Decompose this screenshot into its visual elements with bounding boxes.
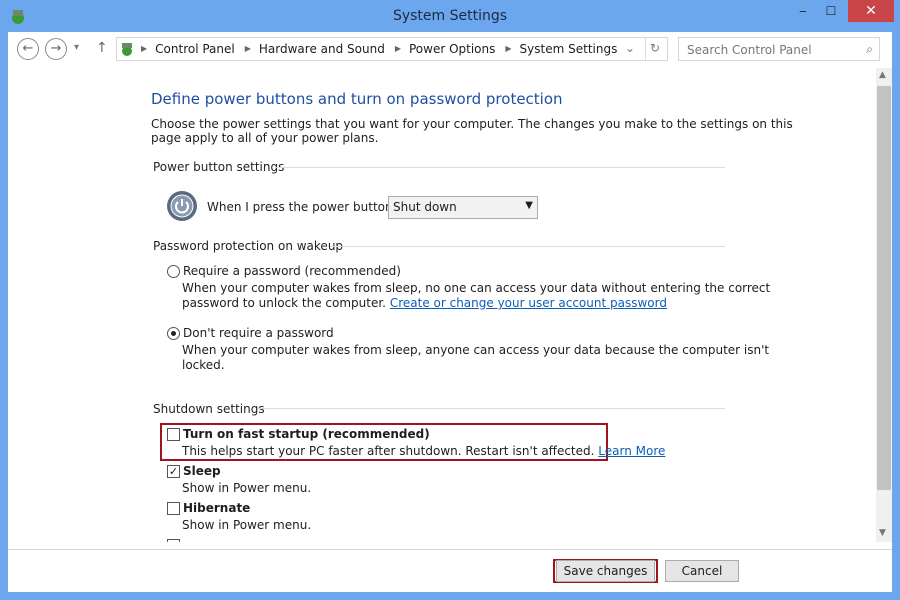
search-icon: ⌕ xyxy=(866,42,873,56)
chevron-down-icon: ▼ xyxy=(525,200,533,211)
require-password-desc-2: password to unlock the computer. xyxy=(182,296,386,310)
window-title: System Settings xyxy=(392,8,508,24)
power-button-action-select[interactable]: Shut down ▼ xyxy=(388,196,538,219)
search-placeholder: Search Control Panel xyxy=(687,43,812,57)
cancel-button[interactable]: Cancel xyxy=(665,560,739,582)
close-button[interactable]: ✕ xyxy=(848,0,894,22)
scroll-down-icon[interactable]: ▼ xyxy=(879,528,886,538)
divider xyxy=(275,167,725,168)
breadcrumb-power-options[interactable]: Power Options xyxy=(409,42,495,56)
scroll-up-icon[interactable]: ▲ xyxy=(879,70,886,80)
control-panel-icon xyxy=(12,10,24,24)
intro-text: Choose the power settings that you want … xyxy=(151,117,793,131)
hibernate-desc: Show in Power menu. xyxy=(182,518,312,532)
back-button[interactable]: ← xyxy=(17,38,39,60)
search-input[interactable]: Search Control Panel ⌕ xyxy=(678,37,880,61)
lock-checkbox-partial[interactable] xyxy=(167,539,180,542)
refresh-icon[interactable]: ↻ xyxy=(650,41,660,55)
intro-text-2: page apply to all of your power plans. xyxy=(151,131,379,145)
power-icon xyxy=(167,191,197,221)
forward-button[interactable]: → xyxy=(45,38,67,60)
change-password-link[interactable]: Create or change your user account passw… xyxy=(390,296,667,310)
divider xyxy=(645,38,646,60)
fast-startup-checkbox[interactable] xyxy=(167,428,180,441)
select-value: Shut down xyxy=(393,200,457,214)
recent-locations-button[interactable]: ▾ xyxy=(74,42,79,53)
address-bar[interactable]: ▶ Control Panel ▶ Hardware and Sound ▶ Powe… xyxy=(116,37,668,61)
maximize-button[interactable]: ☐ xyxy=(818,0,844,22)
control-panel-icon xyxy=(122,43,132,56)
require-password-radio[interactable] xyxy=(167,265,180,278)
divider xyxy=(258,408,725,409)
breadcrumb: ▶ Control Panel ▶ Hardware and Sound ▶ Powe… xyxy=(141,42,618,56)
dont-require-password-label[interactable]: Don't require a password xyxy=(183,326,334,340)
breadcrumb-system-settings[interactable]: System Settings xyxy=(520,42,618,56)
divider xyxy=(330,246,725,247)
sleep-desc: Show in Power menu. xyxy=(182,481,312,495)
scrollbar-thumb[interactable] xyxy=(877,86,891,490)
power-button-label: When I press the power button: xyxy=(207,200,397,214)
section-password: Password protection on wakeup xyxy=(153,239,344,253)
breadcrumb-hardware-and-sound[interactable]: Hardware and Sound xyxy=(259,42,385,56)
section-power-button: Power button settings xyxy=(153,160,285,174)
fast-startup-label[interactable]: Turn on fast startup (recommended) xyxy=(183,427,430,441)
section-shutdown: Shutdown settings xyxy=(153,402,265,416)
hibernate-checkbox[interactable] xyxy=(167,502,180,515)
minimize-button[interactable]: ‒ xyxy=(790,0,816,22)
page-title: Define power buttons and turn on passwor… xyxy=(151,90,563,108)
chevron-down-icon[interactable]: ⌄ xyxy=(625,41,635,55)
sleep-label[interactable]: Sleep xyxy=(183,464,221,478)
fast-startup-desc: This helps start your PC faster after sh… xyxy=(182,444,595,458)
sleep-checkbox[interactable]: ✓ xyxy=(167,465,180,478)
dont-require-password-desc: When your computer wakes from sleep, any… xyxy=(182,343,770,357)
up-button[interactable]: ↑ xyxy=(96,40,108,56)
window-client xyxy=(8,32,892,592)
learn-more-link[interactable]: Learn More xyxy=(598,444,665,458)
require-password-label[interactable]: Require a password (recommended) xyxy=(183,264,401,278)
save-changes-button[interactable]: Save changes xyxy=(556,560,655,582)
dont-require-password-desc-2: locked. xyxy=(182,358,225,372)
dont-require-password-radio[interactable] xyxy=(167,327,180,340)
footer-divider xyxy=(8,549,892,550)
require-password-desc: When your computer wakes from sleep, no … xyxy=(182,281,771,295)
hibernate-label[interactable]: Hibernate xyxy=(183,501,250,515)
breadcrumb-control-panel[interactable]: Control Panel xyxy=(155,42,235,56)
